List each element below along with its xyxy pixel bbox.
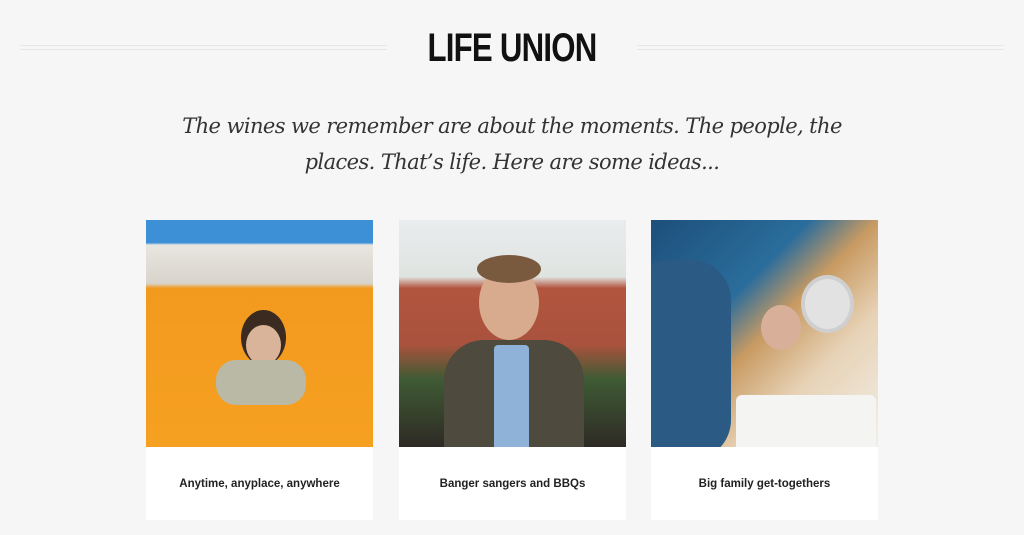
man-eating-sausage-photo [399, 220, 626, 447]
card-banger-sangers[interactable]: Banger sangers and BBQs [399, 220, 626, 520]
woman-in-orange-van-photo [146, 220, 373, 447]
card-caption[interactable]: Anytime, anyplace, anywhere [146, 447, 373, 520]
section-intro: The wines we remember are about the mome… [182, 114, 842, 174]
section-title: LIFE UNION [427, 26, 597, 70]
card-caption[interactable]: Big family get-togethers [651, 447, 878, 520]
family-dinner-photo [651, 220, 878, 447]
card-family[interactable]: Big family get-togethers [651, 220, 878, 520]
card-caption[interactable]: Banger sangers and BBQs [399, 447, 626, 520]
card-anytime[interactable]: Anytime, anyplace, anywhere [146, 220, 373, 520]
